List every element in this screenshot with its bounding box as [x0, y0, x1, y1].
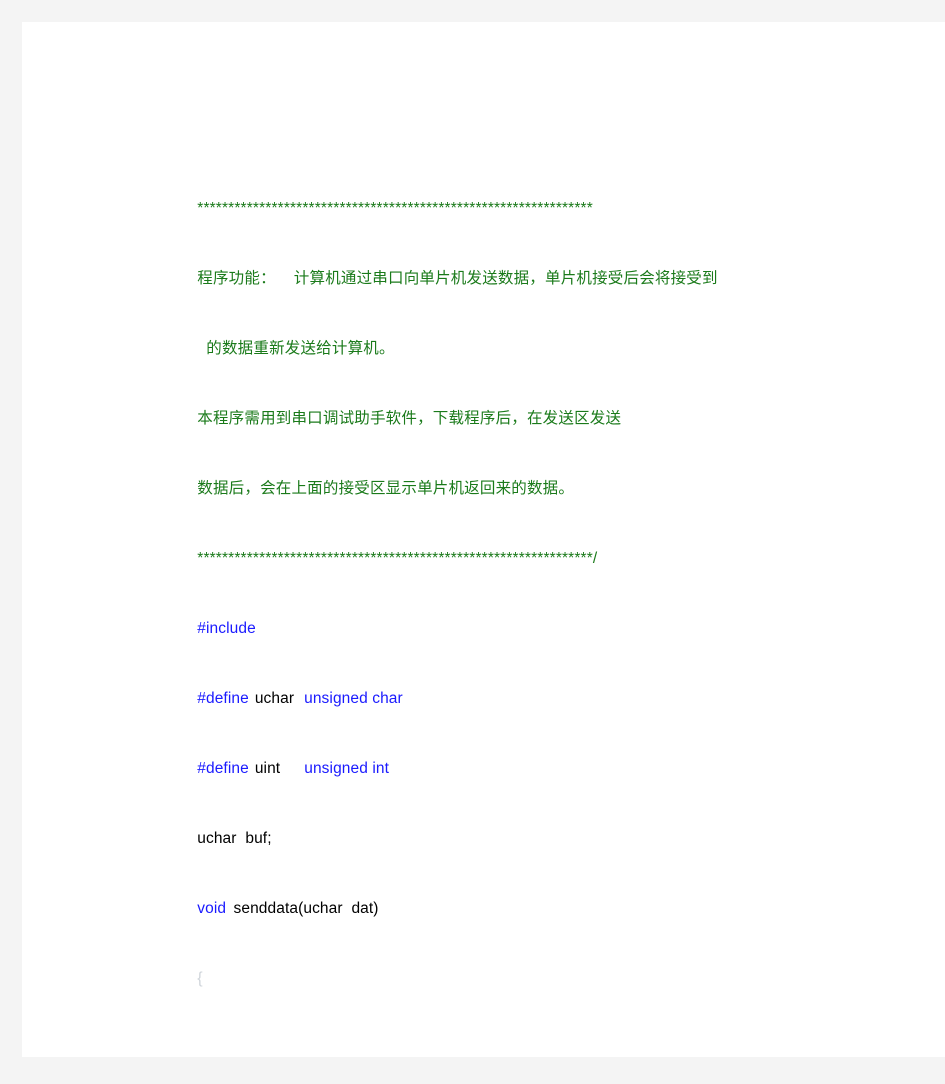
comment-close-slash: /: [592, 550, 598, 567]
keyword-void: void: [197, 900, 227, 917]
comment-star-divider-top: ****************************************…: [197, 200, 593, 217]
comment-text-function-description-cont: 的数据重新发送给计算机。: [197, 340, 395, 357]
code-listing: ****************************************…: [162, 104, 902, 987]
code-line-comment-stars-top: ****************************************…: [162, 104, 902, 217]
macro-name-uint: uint: [254, 760, 281, 777]
macro-value-unsigned-int: unsigned int: [304, 760, 390, 777]
variable-declaration-buf: uchar buf;: [197, 830, 272, 847]
preprocessor-define-directive: #define: [197, 690, 249, 707]
preprocessor-define-directive-uint: #define: [197, 760, 249, 777]
function-signature-senddata: senddata(uchar dat): [229, 900, 379, 917]
comment-star-divider-bottom: ****************************************…: [197, 550, 593, 567]
comment-text-usage-instructions-cont: 数据后，会在上面的接受区显示单片机返回来的数据。: [197, 480, 575, 497]
macro-value-unsigned-char: unsigned char: [304, 690, 403, 707]
code-line-define-uchar: #define uchar unsigned char: [162, 594, 902, 707]
preprocessor-include-directive: #include: [197, 620, 256, 637]
document-page: ****************************************…: [22, 22, 945, 1057]
open-brace-symbol: {: [197, 970, 203, 987]
macro-name-uchar: uchar: [254, 690, 295, 707]
comment-text-function-description: 程序功能： 计算机通过串口向单片机发送数据，单片机接受后会将接受到: [197, 270, 718, 287]
document-viewer: ****************************************…: [0, 0, 945, 1057]
code-line-function-senddata: void senddata(uchar dat): [162, 804, 902, 917]
comment-text-usage-instructions: 本程序需用到串口调试助手软件，下载程序后，在发送区发送: [197, 410, 622, 427]
